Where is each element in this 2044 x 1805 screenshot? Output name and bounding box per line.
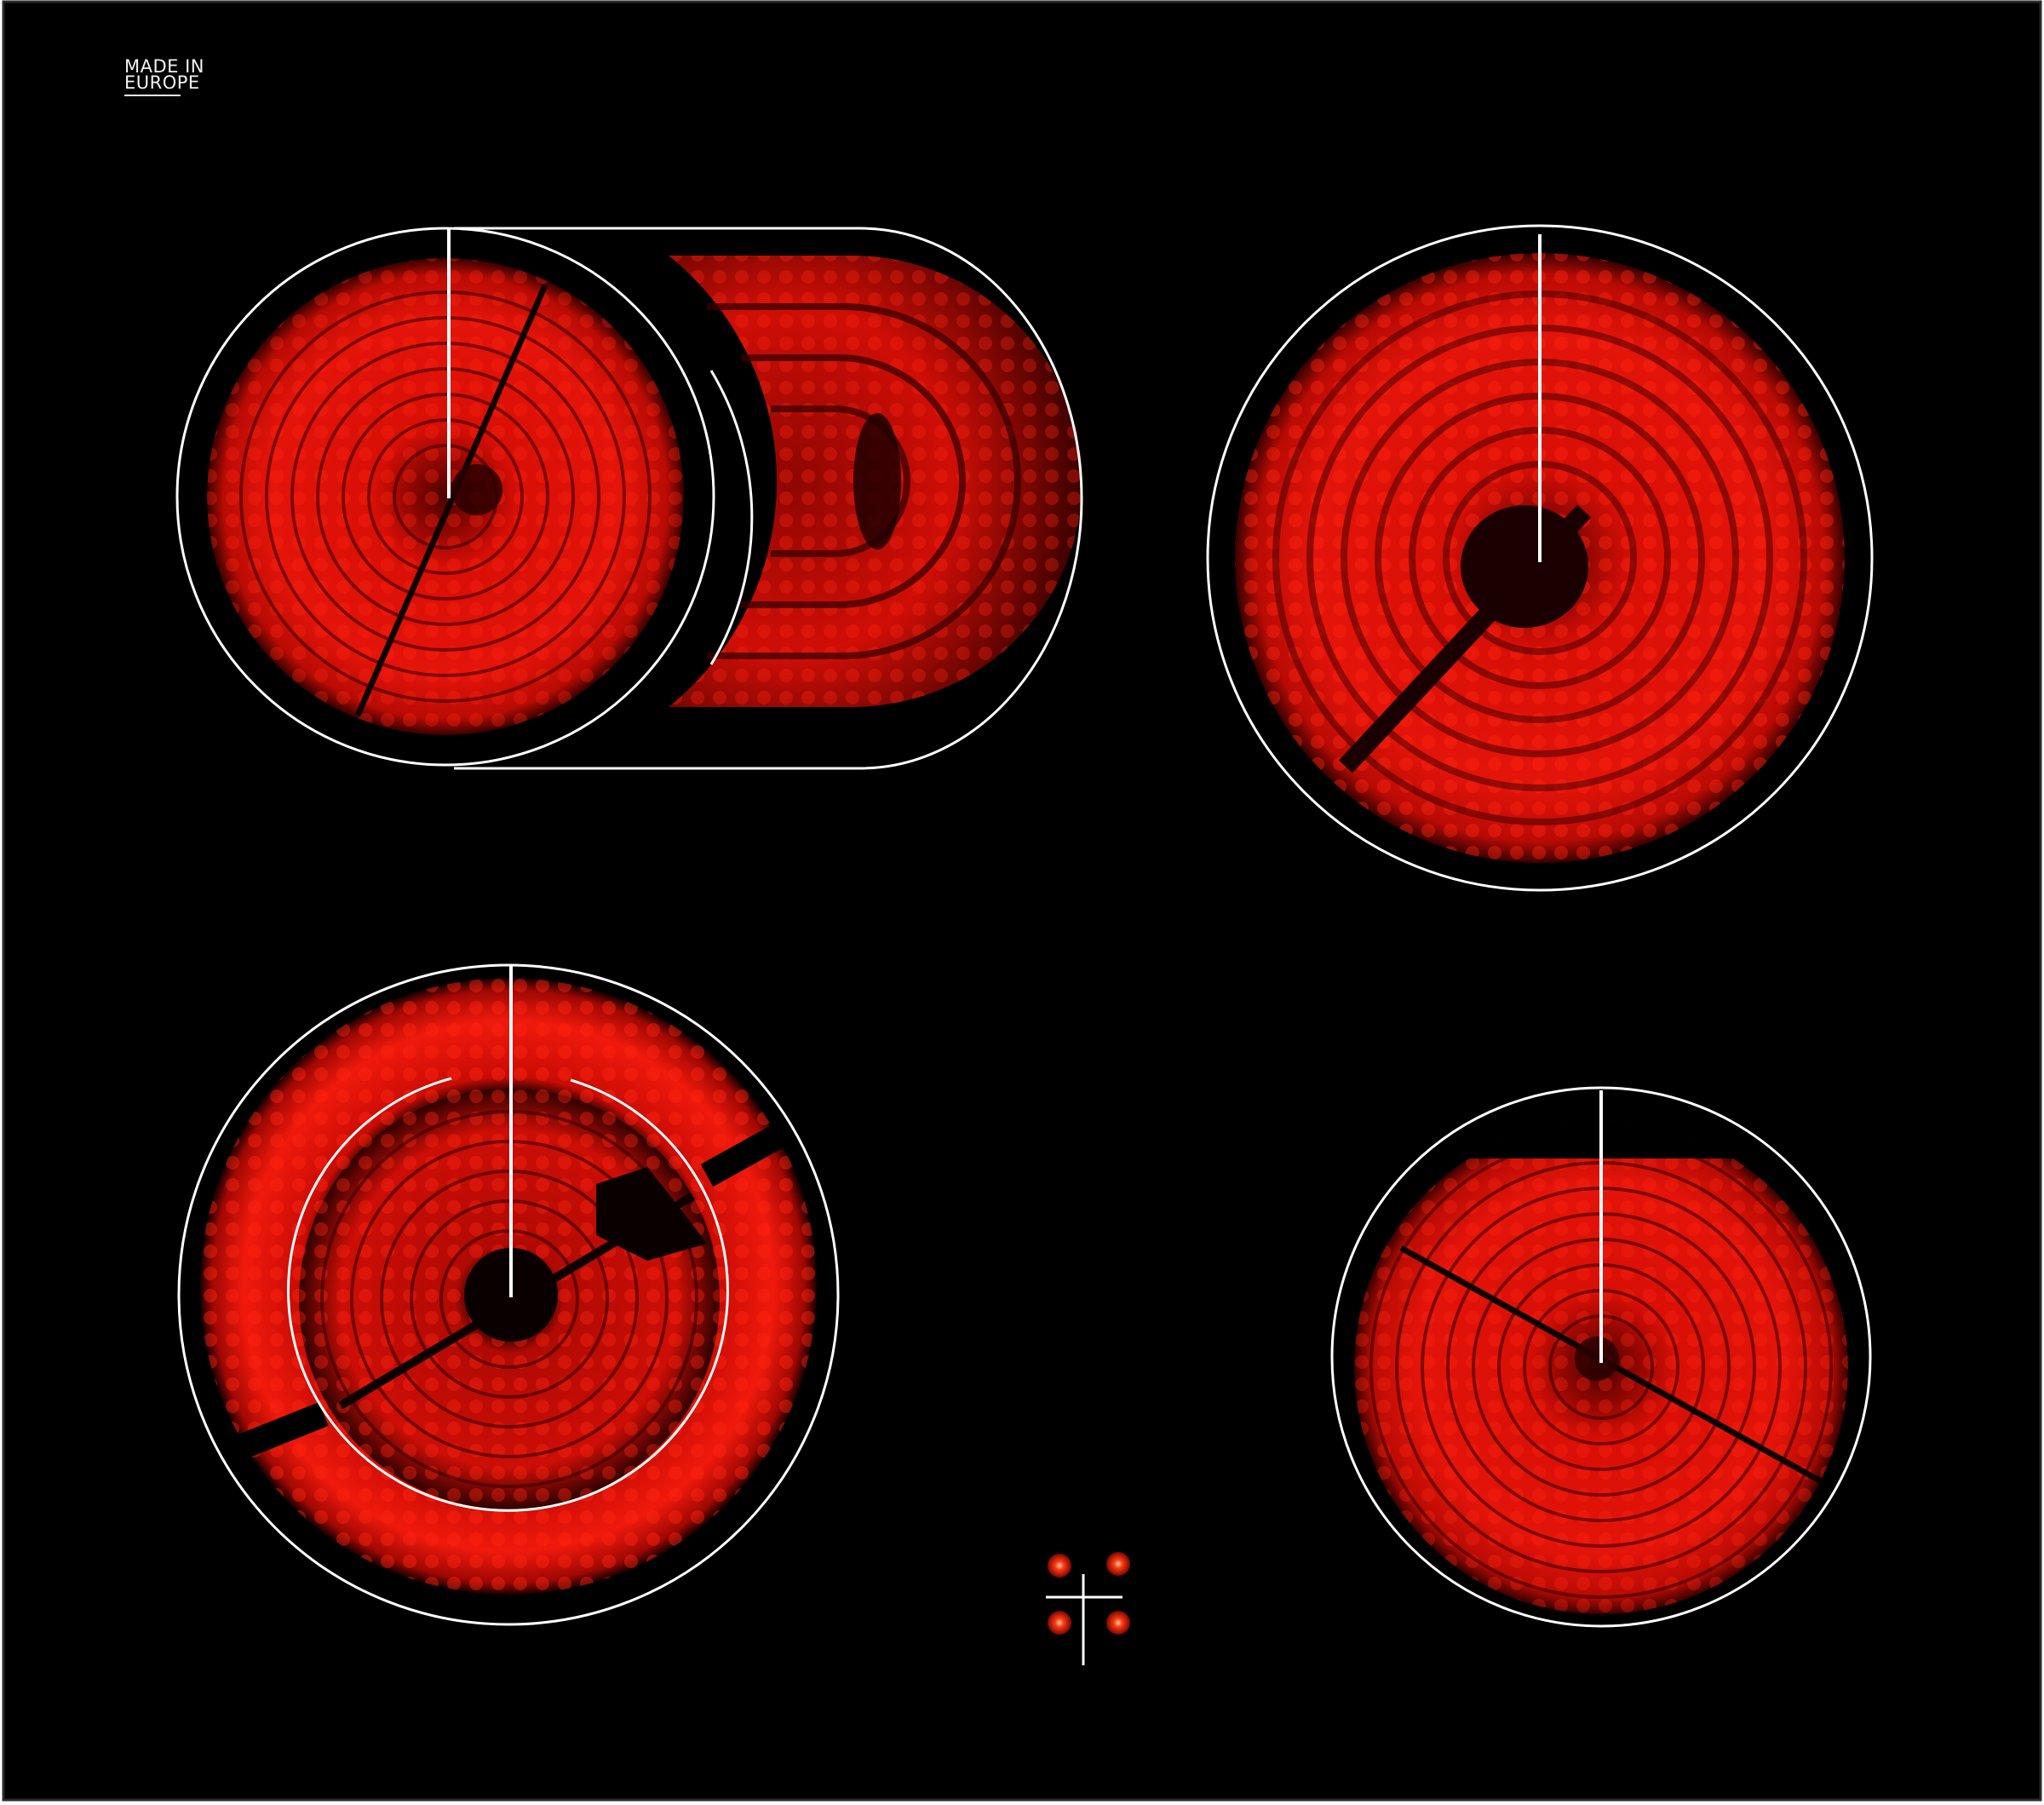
made-in-label-line2: EUROPE: [124, 72, 200, 93]
ceramic-hob-photo: MADE IN EUROPE: [2, 0, 2042, 1802]
indicator-light-rear-right: [1106, 1552, 1130, 1576]
indicator-light-rear-left: [1048, 1554, 1071, 1578]
made-in-europe-label: MADE IN EUROPE: [124, 56, 204, 96]
indicator-light-front-left: [1048, 1611, 1071, 1635]
indicator-light-front-right: [1106, 1611, 1130, 1635]
